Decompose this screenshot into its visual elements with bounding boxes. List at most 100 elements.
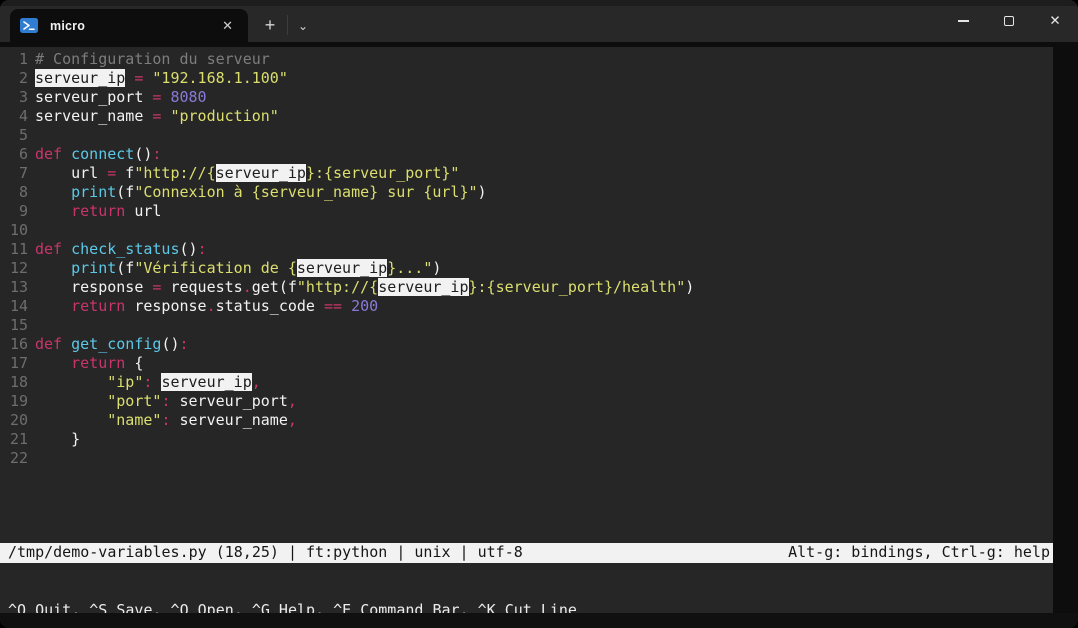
code-line[interactable]: 14 return response.status_code == 200 [0,297,1053,316]
close-icon: ✕ [1049,13,1060,29]
code-line[interactable]: 18 "ip": serveur_ip, [0,373,1053,392]
line-number: 20 [0,411,28,430]
code-segment: (f [116,259,134,277]
code-text: def get_config(): [35,335,189,354]
code-text: def check_status(): [35,240,207,259]
code-segment: : [180,335,189,353]
code-line[interactable]: 4serveur_name = "production" [0,107,1053,126]
code-text: "port": serveur_port, [35,392,297,411]
code-segment: print [71,259,116,277]
status-bindings-hint: Alt-g: bindings, Ctrl-g: help [788,543,1050,563]
code-area[interactable]: 1# Configuration du serveur2serveur_ip =… [0,47,1053,468]
code-line[interactable]: 10 [0,221,1053,240]
minimize-button[interactable] [940,0,986,42]
code-segment [342,297,351,315]
search-highlight: serveur_ip [161,373,251,391]
line-number: 9 [0,202,28,221]
line-number: 7 [0,164,28,183]
code-segment: url [35,164,107,182]
code-segment [62,145,71,163]
code-segment: }:{serveur_port}" [306,164,460,182]
line-number: 17 [0,354,28,373]
tab-close-icon[interactable]: ✕ [217,16,238,36]
code-line[interactable]: 5 [0,126,1053,145]
line-number: 13 [0,278,28,297]
code-segment: connect [71,145,134,163]
code-line[interactable]: 7 url = f"http://{serveur_ip}:{serveur_p… [0,164,1053,183]
code-segment [170,392,179,410]
tab-dropdown-button[interactable]: ⌄ [288,9,318,42]
plus-icon: + [265,15,276,36]
code-segment: requests [161,278,242,296]
close-button[interactable]: ✕ [1032,0,1078,42]
line-number: 19 [0,392,28,411]
code-line[interactable]: 2serveur_ip = "192.168.1.100" [0,69,1053,88]
code-line[interactable]: 13 response = requests.get(f"http://{ser… [0,278,1053,297]
code-text: serveur_ip = "192.168.1.100" [35,69,288,88]
line-number: 10 [0,221,28,240]
code-segment: , [288,392,297,410]
code-segment: def [35,335,62,353]
code-text: # Configuration du serveur [35,50,270,69]
code-segment: "http://{ [297,278,378,296]
code-line[interactable]: 12 print(f"Vérification de {serveur_ip}.… [0,259,1053,278]
line-number: 6 [0,145,28,164]
code-segment [35,392,107,410]
code-segment: () [161,335,179,353]
code-line[interactable]: 17 return { [0,354,1053,373]
code-segment: { [125,354,143,372]
code-text: url = f"http://{serveur_ip}:{serveur_por… [35,164,459,183]
maximize-button[interactable] [986,0,1032,42]
code-line[interactable]: 22 [0,449,1053,468]
line-number: 11 [0,240,28,259]
line-number: 16 [0,335,28,354]
code-text: print(f"Vérification de {serveur_ip}..."… [35,259,441,278]
code-segment: serveur_name [35,107,152,125]
terminal-window: micro ✕ + ⌄ ✕ 1# Configuration du serveu… [0,0,1078,628]
code-segment: def [35,240,62,258]
code-line[interactable]: 21 } [0,430,1053,449]
code-line[interactable]: 9 return url [0,202,1053,221]
code-segment: f [116,164,134,182]
line-number: 12 [0,259,28,278]
code-segment [125,69,134,87]
code-segment [170,411,179,429]
code-line[interactable]: 11 def check_status(): [0,240,1053,259]
code-line[interactable]: 1# Configuration du serveur [0,50,1053,69]
code-segment: }..." [387,259,432,277]
code-text: return url [35,202,161,221]
code-segment [35,354,71,372]
code-segment [62,240,71,258]
tab-micro[interactable]: micro ✕ [10,9,248,42]
code-line[interactable]: 15 [0,316,1053,335]
code-line[interactable]: 8 print(f"Connexion à {serveur_name} sur… [0,183,1053,202]
powershell-icon [20,18,38,33]
code-text: serveur_name = "production" [35,107,279,126]
code-text: return { [35,354,143,373]
code-segment: ) [478,183,487,201]
code-segment: status_code [216,297,324,315]
line-number: 3 [0,88,28,107]
line-number: 14 [0,297,28,316]
code-segment: "Connexion à {serveur_name} sur {url}" [134,183,477,201]
code-line[interactable]: 3serveur_port = 8080 [0,88,1053,107]
new-tab-button[interactable]: + [255,9,285,42]
status-file-info: /tmp/demo-variables.py (18,25) | ft:pyth… [8,543,523,563]
code-line[interactable]: 16 def get_config(): [0,335,1053,354]
code-segment: serveur_name [180,411,288,429]
code-line[interactable]: 20 "name": serveur_name, [0,411,1053,430]
window-controls: ✕ [940,0,1078,42]
search-highlight: serveur_ip [378,278,468,296]
search-highlight: serveur_ip [216,164,306,182]
line-number: 18 [0,373,28,392]
code-line[interactable]: 19 "port": serveur_port, [0,392,1053,411]
code-line[interactable]: 6def connect(): [0,145,1053,164]
code-segment: serveur_port [35,88,152,106]
code-segment: , [252,373,261,391]
code-segment [35,202,71,220]
search-highlight: serveur_ip [297,259,387,277]
code-segment [35,373,107,391]
scrollbar-track[interactable] [1053,42,1078,628]
code-segment: get [252,278,279,296]
line-number: 21 [0,430,28,449]
